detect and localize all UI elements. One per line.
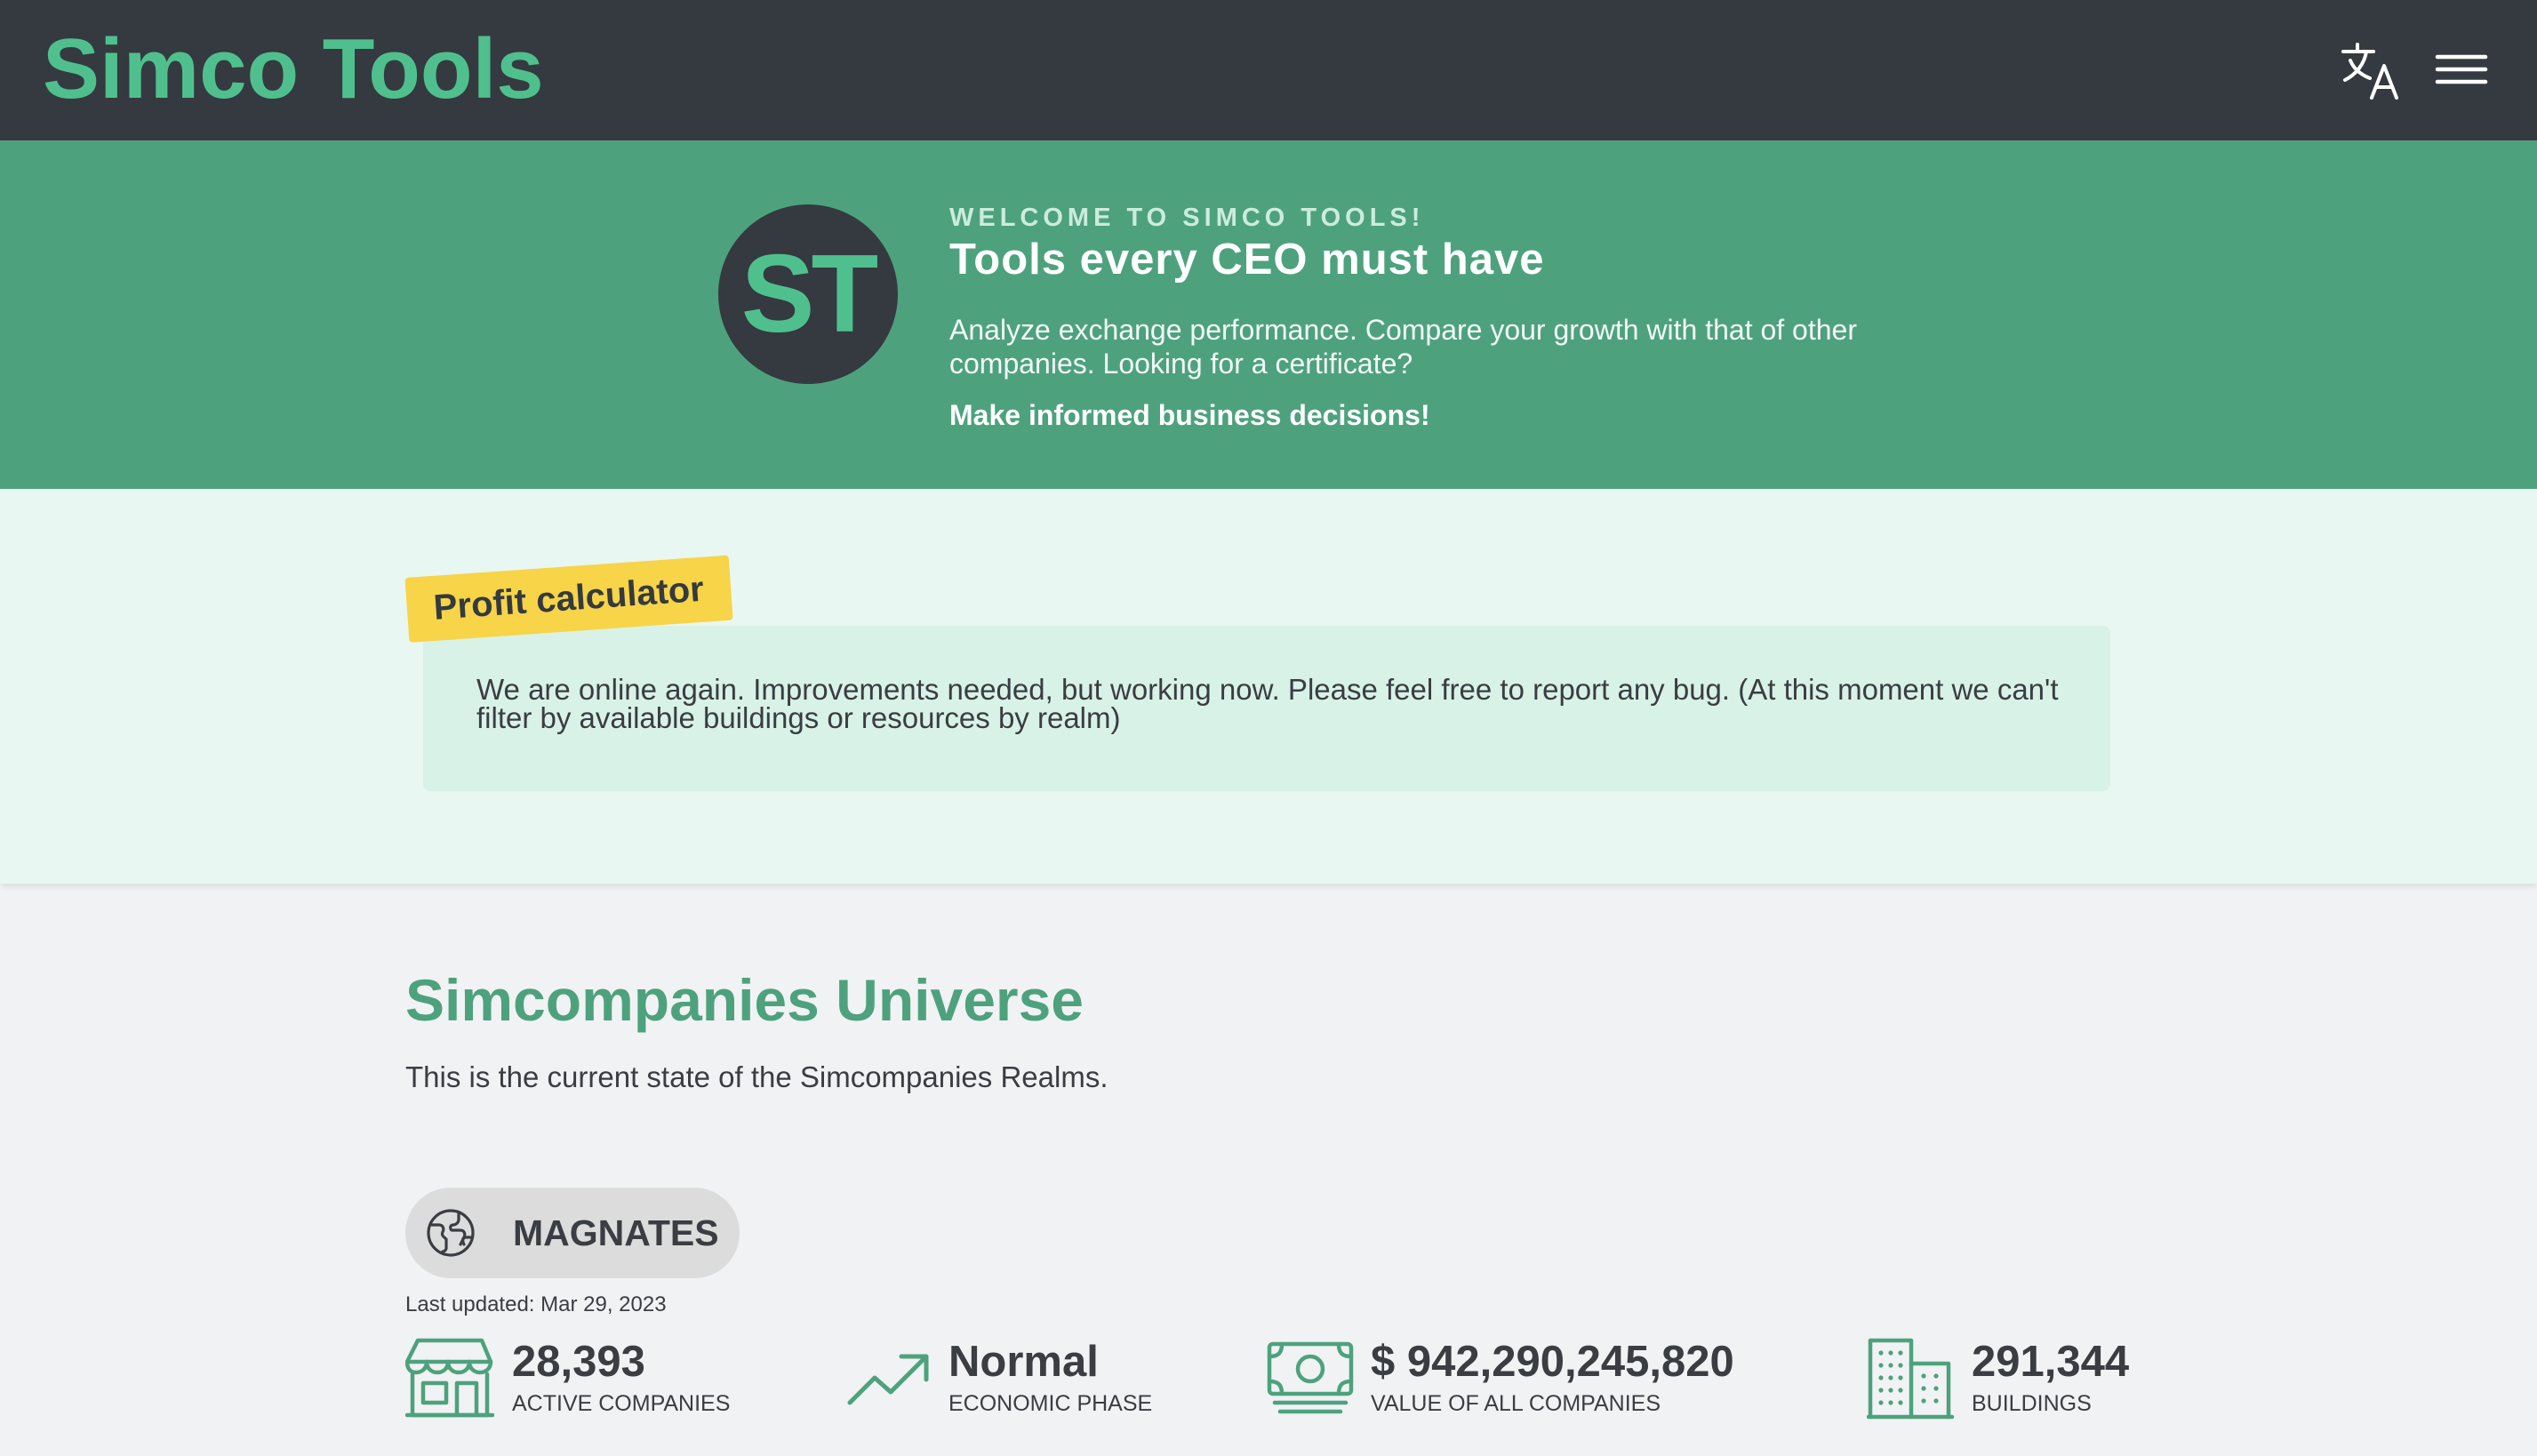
translate-icon[interactable] (2340, 39, 2402, 101)
stat-value: 28,393 (512, 1338, 645, 1386)
brand-logo-link[interactable]: Simco Tools (43, 18, 544, 121)
universe-title: Simcompanies Universe (405, 967, 1084, 1033)
stat-label: ECONOMIC PHASE (948, 1391, 1153, 1416)
notice-text: We are online again. Improvements needed… (476, 673, 2059, 734)
hero-kicker: WELCOME TO SIMCO TOOLS! (949, 204, 1425, 232)
hero-title: Tools every CEO must have (949, 236, 1545, 284)
menu-icon[interactable] (2430, 39, 2493, 101)
stat-value: Normal (948, 1338, 1099, 1386)
hero-banner: ST WELCOME TO SIMCO TOOLS! Tools every C… (0, 140, 2537, 489)
notice-section: We are online again. Improvements needed… (0, 489, 2537, 884)
last-updated: Last updated: Mar 29, 2023 (405, 1292, 667, 1316)
stat-active-companies: 28,393 ACTIVE COMPANIES (405, 1330, 761, 1428)
hero-text: WELCOME TO SIMCO TOOLS! Tools every CEO … (949, 203, 1972, 432)
stat-buildings: 291,344 BUILDINGS (1867, 1330, 2222, 1428)
stat-value: 291,344 (1972, 1338, 2130, 1386)
cash-icon (1267, 1341, 1354, 1414)
hero-cta: Make informed business decisions! (949, 399, 1430, 431)
stat-label: VALUE OF ALL COMPANIES (1371, 1391, 1661, 1416)
stat-label: ACTIVE COMPANIES (512, 1391, 731, 1416)
realm-selector[interactable]: MAGNATES (405, 1188, 740, 1278)
notice-card: We are online again. Improvements needed… (423, 626, 2110, 791)
hero-description: Analyze exchange performance. Compare yo… (949, 314, 1857, 380)
store-icon (405, 1338, 494, 1418)
building-icon (1867, 1338, 1955, 1420)
universe-subtitle: This is the current state of the Simcomp… (405, 1060, 1108, 1093)
realm-label: MAGNATES (513, 1212, 719, 1253)
stat-label: BUILDINGS (1972, 1391, 2092, 1416)
top-navbar: Simco Tools (0, 0, 2537, 140)
globe-icon (427, 1209, 475, 1257)
hero-logo: ST (718, 204, 898, 384)
stat-value: $ 942,290,245,820 (1371, 1338, 1734, 1386)
trending-up-icon (847, 1354, 929, 1405)
stat-company-value: $ 942,290,245,820 VALUE OF ALL COMPANIES (1266, 1330, 1817, 1428)
stat-economic-phase: Normal ECONOMIC PHASE (844, 1330, 1200, 1428)
